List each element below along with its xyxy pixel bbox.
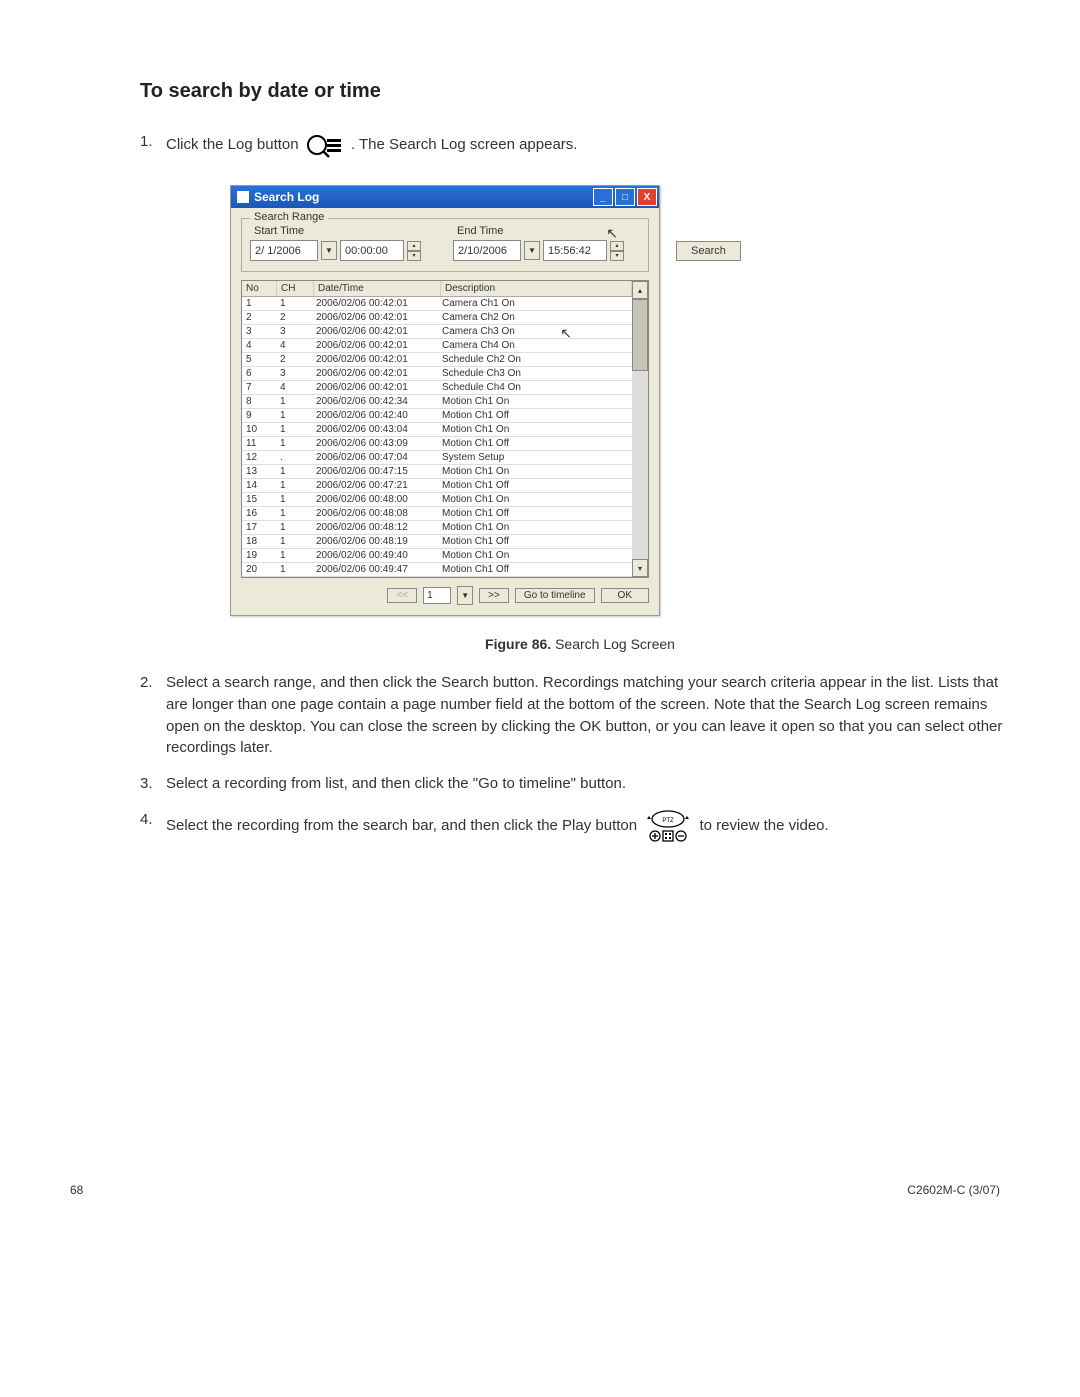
prev-page-button[interactable]: << <box>387 588 417 603</box>
table-row[interactable]: 1612006/02/06 00:48:08Motion Ch1 Off <box>242 507 632 521</box>
end-time-input[interactable]: 15:56:42 <box>543 240 607 261</box>
table-row[interactable]: 1812006/02/06 00:48:19Motion Ch1 Off <box>242 535 632 549</box>
svg-text:PTZ: PTZ <box>663 818 675 824</box>
page-number: 68 <box>70 1183 83 1197</box>
close-button[interactable]: X <box>637 188 657 206</box>
table-row[interactable]: 812006/02/06 00:42:34Motion Ch1 On <box>242 395 632 409</box>
scroll-up-button[interactable]: ▴ <box>632 281 648 299</box>
end-time-up[interactable]: ▴ <box>610 241 624 251</box>
table-row[interactable]: 332006/02/06 00:42:01Camera Ch3 On <box>242 325 632 339</box>
end-time-down[interactable]: ▾ <box>610 251 624 261</box>
start-time-input[interactable]: 00:00:00 <box>340 240 404 261</box>
minimize-button[interactable]: _ <box>593 188 613 206</box>
table-row[interactable]: 632006/02/06 00:42:01Schedule Ch3 On <box>242 367 632 381</box>
search-button[interactable]: Search <box>676 241 741 261</box>
table-row[interactable]: 1312006/02/06 00:47:15Motion Ch1 On <box>242 465 632 479</box>
table-row[interactable]: 1412006/02/06 00:47:21Motion Ch1 Off <box>242 479 632 493</box>
step-4: 4. Select the recording from the search … <box>140 809 1020 843</box>
doc-id: C2602M-C (3/07) <box>907 1183 1000 1197</box>
start-time-up[interactable]: ▴ <box>407 241 421 251</box>
titlebar: Search Log _ □ X <box>231 186 659 208</box>
ok-button[interactable]: OK <box>601 588 649 603</box>
start-time-down[interactable]: ▾ <box>407 251 421 261</box>
step-2: 2.Select a search range, and then click … <box>140 672 1020 759</box>
log-icon <box>305 131 345 159</box>
window-title: Search Log <box>254 190 319 204</box>
table-header: No CH Date/Time Description <box>242 281 632 297</box>
page-number-input[interactable]: 1 <box>423 587 451 604</box>
start-date-input[interactable]: 2/ 1/2006 <box>250 240 318 261</box>
table-row[interactable]: 1512006/02/06 00:48:00Motion Ch1 On <box>242 493 632 507</box>
step-1: 1. Click the Log button . The Search Log… <box>140 131 1020 159</box>
scrollbar[interactable]: ▴ ▾ <box>632 281 648 577</box>
end-date-input[interactable]: 2/10/2006 <box>453 240 521 261</box>
figure-caption: Figure 86. Search Log Screen <box>140 636 1020 652</box>
section-heading: To search by date or time <box>140 80 1020 103</box>
table-row[interactable]: 1712006/02/06 00:48:12Motion Ch1 On <box>242 521 632 535</box>
start-time-label: Start Time <box>254 225 421 237</box>
maximize-button[interactable]: □ <box>615 188 635 206</box>
table-row[interactable]: 522006/02/06 00:42:01Schedule Ch2 On <box>242 353 632 367</box>
cursor-icon: ↖ <box>606 225 618 242</box>
scroll-down-button[interactable]: ▾ <box>632 559 648 577</box>
table-row[interactable]: 12.2006/02/06 00:47:04System Setup <box>242 451 632 465</box>
search-range-fieldset: Search Range ↖ Start Time 2/ 1/2006 ▼ 00… <box>241 218 649 272</box>
table-row[interactable]: 1012006/02/06 00:43:04Motion Ch1 On <box>242 423 632 437</box>
next-page-button[interactable]: >> <box>479 588 509 603</box>
table-row[interactable]: 442006/02/06 00:42:01Camera Ch4 On <box>242 339 632 353</box>
page-dropdown[interactable]: ▼ <box>457 586 473 605</box>
table-row[interactable]: 912006/02/06 00:42:40Motion Ch1 Off <box>242 409 632 423</box>
end-time-label: End Time <box>457 225 624 237</box>
app-icon <box>237 191 249 203</box>
table-row[interactable]: 222006/02/06 00:42:01Camera Ch2 On <box>242 311 632 325</box>
table-row[interactable]: 1112006/02/06 00:43:09Motion Ch1 Off <box>242 437 632 451</box>
table-row[interactable]: 742006/02/06 00:42:01Schedule Ch4 On <box>242 381 632 395</box>
results-table: ↖ No CH Date/Time Description 112006/02/… <box>241 280 649 578</box>
end-date-dropdown[interactable]: ▼ <box>524 241 540 260</box>
goto-timeline-button[interactable]: Go to timeline <box>515 588 595 603</box>
step-3: 3.Select a recording from list, and then… <box>140 773 1020 795</box>
scroll-thumb[interactable] <box>632 299 648 371</box>
table-row[interactable]: 2012006/02/06 00:49:47Motion Ch1 Off <box>242 563 632 577</box>
table-row[interactable]: 1912006/02/06 00:49:40Motion Ch1 On <box>242 549 632 563</box>
ptz-play-icon: PTZ <box>645 809 691 843</box>
cursor-icon: ↖ <box>560 325 572 342</box>
start-date-dropdown[interactable]: ▼ <box>321 241 337 260</box>
table-row[interactable]: 2112006/02/06 00:49:48Motion Ch1 On <box>242 577 632 578</box>
search-log-window: Search Log _ □ X Search Range ↖ Start Ti… <box>230 185 660 616</box>
table-row[interactable]: 112006/02/06 00:42:01Camera Ch1 On <box>242 297 632 311</box>
